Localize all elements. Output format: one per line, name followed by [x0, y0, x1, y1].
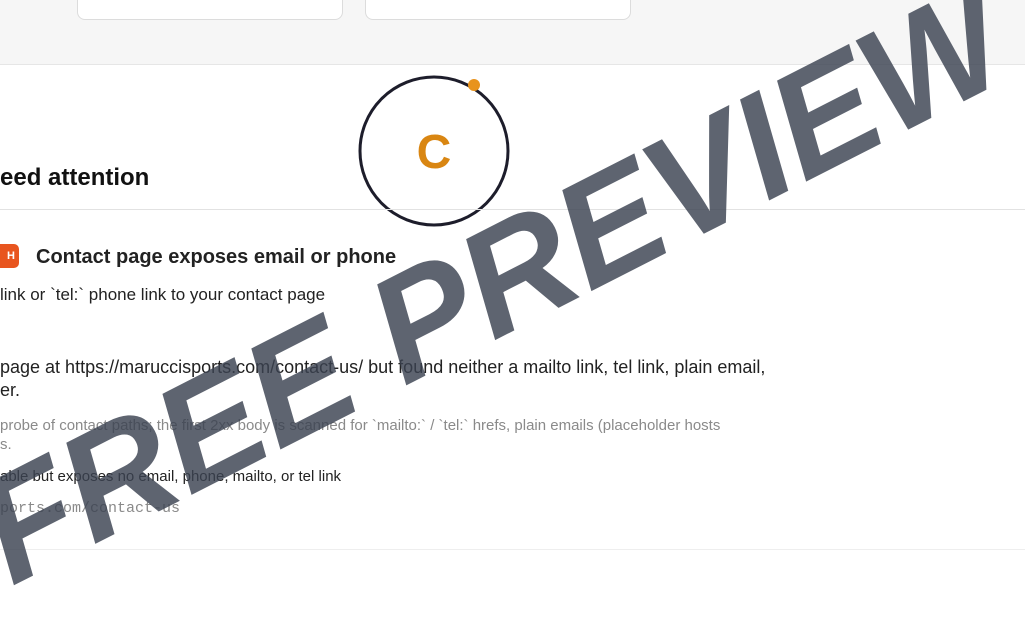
- logo-letter: C: [417, 126, 452, 179]
- severity-badge: H: [0, 244, 19, 268]
- divider: [0, 549, 1025, 550]
- evidence-url[interactable]: ports.com/contact-us: [0, 500, 180, 517]
- logo-dot: [468, 79, 480, 91]
- top-card-left: [77, 0, 343, 20]
- finding-evidence: able but exposes no email, phone, mailto…: [0, 468, 342, 485]
- divider: [0, 209, 1025, 210]
- finding-method: probe of contact paths; the first 2xx bo…: [0, 417, 721, 434]
- finding-summary: link or `tel:` phone link to your contac…: [0, 285, 326, 304]
- brand-logo: C: [356, 73, 513, 230]
- top-card-right: [365, 0, 631, 20]
- finding-detail-cont: er.: [0, 380, 21, 400]
- section-title: eed attention: [0, 164, 150, 191]
- finding-detail: page at https://maruccisports.com/contac…: [0, 357, 766, 377]
- finding-title[interactable]: Contact page exposes email or phone: [36, 244, 396, 270]
- finding-method-cont: s.: [0, 436, 12, 453]
- top-band: [0, 0, 1025, 65]
